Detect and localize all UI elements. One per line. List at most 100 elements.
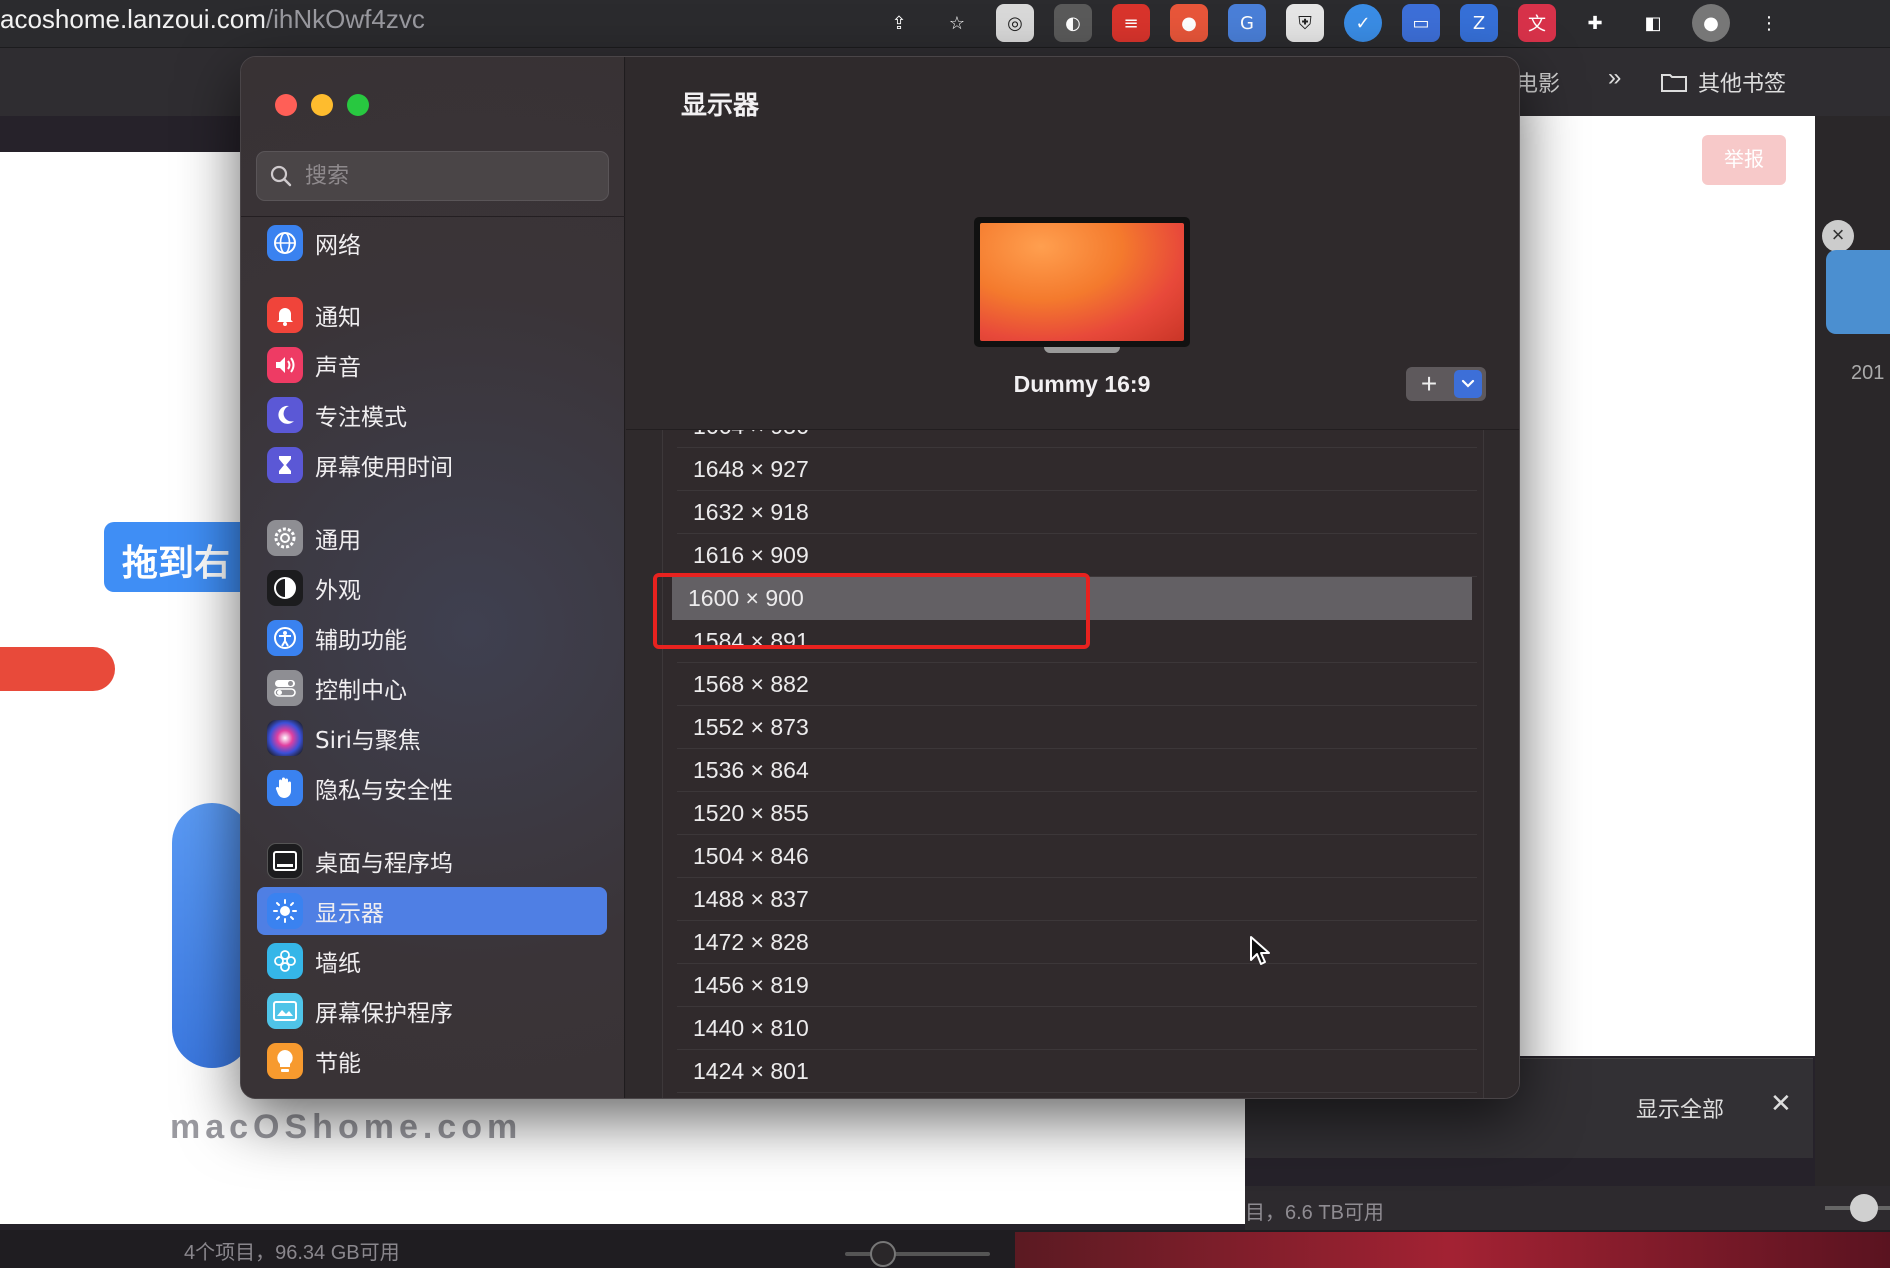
avatar[interactable]: ● [1692, 4, 1730, 42]
resolution-option[interactable]: 1520 × 855 [677, 792, 1477, 835]
resolution-option[interactable]: 1472 × 828 [677, 921, 1477, 964]
bookmarks-overflow-button[interactable]: » [1608, 64, 1621, 92]
slider-knob-2[interactable] [870, 1241, 896, 1267]
resolution-list[interactable]: 1664 × 936 1648 × 927 1632 × 918 1616 × … [662, 430, 1484, 1098]
sun-icon [267, 893, 303, 929]
close-icon[interactable]: × [1822, 220, 1854, 252]
other-bookmarks-folder[interactable]: 其他书签 [1660, 66, 1786, 98]
sidebar-item-label: 节能 [315, 1051, 361, 1077]
sidebar-item-sound[interactable]: 声音 [257, 341, 607, 389]
add-icon[interactable]: + [1406, 369, 1452, 399]
search-field[interactable] [256, 151, 609, 201]
watermark: macOShome.com [170, 1108, 523, 1146]
sidebar-item-general[interactable]: 通用 [257, 514, 607, 562]
resolution-option[interactable]: 1664 × 936 [677, 430, 1477, 448]
resolution-option[interactable]: 1488 × 837 [677, 878, 1477, 921]
sidebar-item-privacy[interactable]: 隐私与安全性 [257, 764, 607, 812]
sidebar-item-label: 显示器 [315, 901, 384, 927]
orange-extension-icon[interactable]: ● [1170, 4, 1208, 42]
zap-extension-icon[interactable]: Z [1460, 4, 1498, 42]
icon-size-slider-2[interactable] [845, 1241, 990, 1267]
browser-toolbar: acoshome.lanzoui.com/ihNkOwf4zvc ⇪ ☆ ◎ ◐… [0, 0, 1890, 48]
close-window-button[interactable] [275, 94, 297, 116]
resolution-option[interactable]: 1536 × 864 [677, 749, 1477, 792]
zoom-window-button[interactable] [347, 94, 369, 116]
report-button[interactable]: 举报 [1702, 135, 1786, 185]
sidebar-item-screen-time[interactable]: 屏幕使用时间 [257, 441, 607, 489]
sidebar-item-label: 墙纸 [315, 951, 361, 977]
bookmark-item[interactable]: 电影 [1516, 66, 1560, 98]
add-display-button[interactable]: + [1406, 367, 1486, 401]
sidebar-item-label: 声音 [315, 355, 361, 381]
more-menu-icon[interactable]: ⋮ [1750, 4, 1788, 42]
speaker-icon [267, 347, 303, 383]
minimize-window-button[interactable] [311, 94, 333, 116]
appearance-icon [267, 570, 303, 606]
sidebar-item-wallpaper[interactable]: 墙纸 [257, 937, 607, 985]
resolution-option[interactable]: 1648 × 927 [677, 448, 1477, 491]
resolution-option[interactable]: 1440 × 810 [677, 1007, 1477, 1050]
check-extension-icon[interactable]: ✓ [1344, 4, 1382, 42]
close-downloads-icon[interactable]: ✕ [1770, 1088, 1792, 1119]
dock-icon [267, 843, 303, 879]
sidebar-item-focus[interactable]: 专注模式 [257, 391, 607, 439]
display-thumbnail[interactable] [974, 217, 1190, 347]
puzzle-icon[interactable]: ✚ [1576, 4, 1614, 42]
page-title: 显示器 [681, 91, 760, 121]
folder-icon [1661, 74, 1687, 92]
flower-icon [267, 943, 303, 979]
bookmark-star-icon[interactable]: ☆ [938, 4, 976, 42]
url-host: acoshome.lanzoui.com [0, 4, 266, 34]
list-extension-icon[interactable]: ≡ [1112, 4, 1150, 42]
resolution-option[interactable]: 1552 × 873 [677, 706, 1477, 749]
folder-label: 201 [1851, 362, 1885, 384]
mouse-pointer-icon [1250, 936, 1270, 965]
red-decoration [0, 647, 115, 691]
extension-bar: ⇪ ☆ ◎ ◐ ≡ ● G ⛨ ✓ ▭ Z 文 ✚ ◧ ● ⋮ [880, 4, 1788, 42]
url-path: /ihNkOwf4zvc [265, 4, 425, 34]
shield-extension-icon[interactable]: ⛨ [1286, 4, 1324, 42]
circle-extension-icon[interactable]: ◐ [1054, 4, 1092, 42]
sidebar-item-label: 隐私与安全性 [315, 778, 453, 804]
resolution-option[interactable]: 1616 × 909 [677, 534, 1477, 577]
hand-icon [267, 770, 303, 806]
translate-extension-icon[interactable]: G [1228, 4, 1266, 42]
finder-status-text: 目，6.6 TB可用 [1245, 1202, 1384, 1224]
dict-extension-icon[interactable]: 文 [1518, 4, 1556, 42]
show-all-downloads-button[interactable]: 显示全部 [1636, 1092, 1724, 1124]
tab-extension-icon[interactable]: ▭ [1402, 4, 1440, 42]
resolution-option[interactable]: 1504 × 846 [677, 835, 1477, 878]
toggles-icon [267, 670, 303, 706]
sidebar-item-screensaver[interactable]: 屏幕保护程序 [257, 987, 607, 1035]
icon-size-slider[interactable] [1825, 1194, 1890, 1222]
sidebar-item-control-center[interactable]: 控制中心 [257, 664, 607, 712]
lightbulb-icon [267, 1043, 303, 1079]
search-input[interactable] [305, 163, 585, 189]
sidebar-item-network[interactable]: 网络 [257, 219, 607, 267]
resolution-option[interactable]: 1424 × 801 [677, 1050, 1477, 1093]
chevron-down-icon[interactable] [1454, 370, 1482, 398]
share-icon[interactable]: ⇪ [880, 4, 918, 42]
hourglass-icon [267, 447, 303, 483]
sidebar-item-appearance[interactable]: 外观 [257, 564, 607, 612]
sidebar-item-displays[interactable]: 显示器 [257, 887, 607, 935]
web-page-right [1520, 116, 1816, 1056]
sidebar-item-accessibility[interactable]: 辅助功能 [257, 614, 607, 662]
sidebar-item-desktop-dock[interactable]: 桌面与程序坞 [257, 837, 607, 885]
resolution-option[interactable]: 1456 × 819 [677, 964, 1477, 1007]
folder-icon[interactable] [1826, 250, 1890, 334]
resolution-option[interactable]: 1568 × 882 [677, 663, 1477, 706]
bell-icon [267, 297, 303, 333]
resolution-option[interactable]: 1632 × 918 [677, 491, 1477, 534]
sidebar-item-label: Siri与聚焦 [315, 728, 421, 754]
finder-status-text-2: 4个项目，96.34 GB可用 [184, 1242, 400, 1264]
sidebar-item-siri[interactable]: Siri与聚焦 [257, 714, 607, 762]
settings-sidebar: 网络 通知 声音 专注模式 屏幕使用时间 通用 [241, 57, 625, 1098]
sidebar-item-label: 辅助功能 [315, 628, 407, 654]
sidebar-item-notifications[interactable]: 通知 [257, 291, 607, 339]
sidebar-item-energy-saver[interactable]: 节能 [257, 1037, 607, 1085]
reader-extension-icon[interactable]: ◎ [996, 4, 1034, 42]
slider-knob[interactable] [1850, 1194, 1878, 1222]
address-bar[interactable]: acoshome.lanzoui.com/ihNkOwf4zvc [0, 4, 425, 35]
sidepanel-icon[interactable]: ◧ [1634, 4, 1672, 42]
